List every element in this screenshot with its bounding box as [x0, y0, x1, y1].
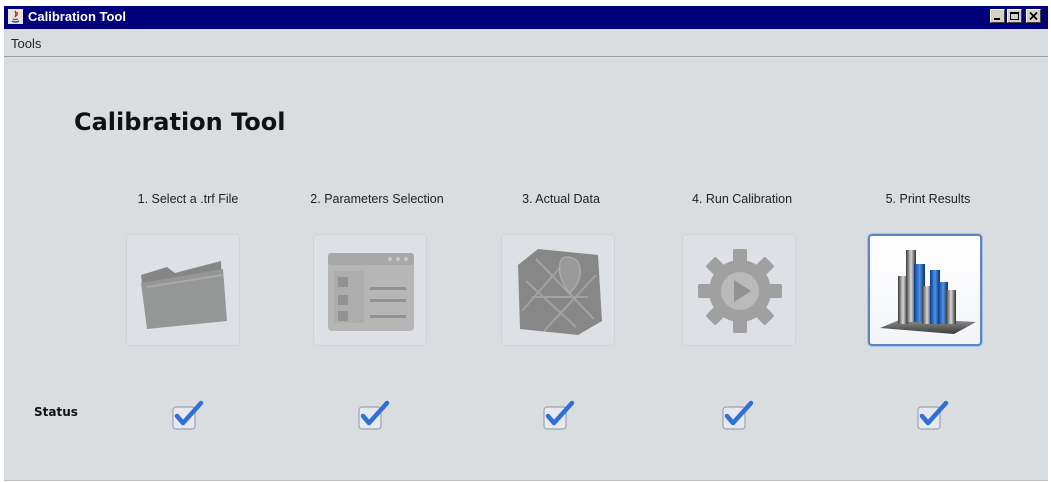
bar-chart-icon [880, 250, 976, 334]
close-icon [1029, 11, 1038, 21]
step-label: 2. Parameters Selection [310, 192, 444, 206]
menu-bar: Tools [4, 29, 1048, 57]
checkbox-checked-icon [722, 400, 754, 430]
minimize-button[interactable] [990, 9, 1005, 23]
checkbox-checked-icon [917, 400, 949, 430]
select-file-button[interactable] [126, 234, 240, 346]
actual-data-button[interactable] [501, 234, 615, 346]
status-label: Status [34, 405, 78, 419]
maximize-icon [1010, 12, 1019, 20]
title-bar[interactable]: Calibration Tool [4, 6, 1048, 29]
checkbox-checked-icon [358, 400, 390, 430]
step-label: 4. Run Calibration [691, 192, 793, 206]
checkbox-checked-icon [172, 400, 204, 430]
maximize-button[interactable] [1007, 9, 1022, 23]
status-check-1 [170, 398, 204, 432]
form-checklist-icon [328, 253, 414, 331]
checkbox-checked-icon [543, 400, 575, 430]
status-check-3 [541, 398, 575, 432]
window-title: Calibration Tool [28, 9, 126, 24]
java-app-icon [8, 9, 23, 24]
close-button[interactable] [1026, 9, 1041, 23]
page-title: Calibration Tool [74, 108, 286, 136]
menu-tools[interactable]: Tools [11, 36, 41, 51]
run-calibration-button[interactable] [682, 234, 796, 346]
folder-icon [141, 261, 227, 329]
status-check-2 [356, 398, 390, 432]
main-window: Calibration Tool Tools Calibration Tool … [4, 6, 1048, 481]
step-label: 5. Print Results [885, 192, 971, 206]
status-check-4 [720, 398, 754, 432]
gear-play-icon [698, 249, 782, 333]
step-label: 3. Actual Data [522, 192, 600, 206]
minimize-icon [994, 18, 1000, 20]
parameters-button[interactable] [313, 234, 427, 346]
step-label: 1. Select a .trf File [137, 192, 239, 206]
map-icon [518, 249, 602, 335]
status-check-5 [915, 398, 949, 432]
print-results-button[interactable] [868, 234, 982, 346]
